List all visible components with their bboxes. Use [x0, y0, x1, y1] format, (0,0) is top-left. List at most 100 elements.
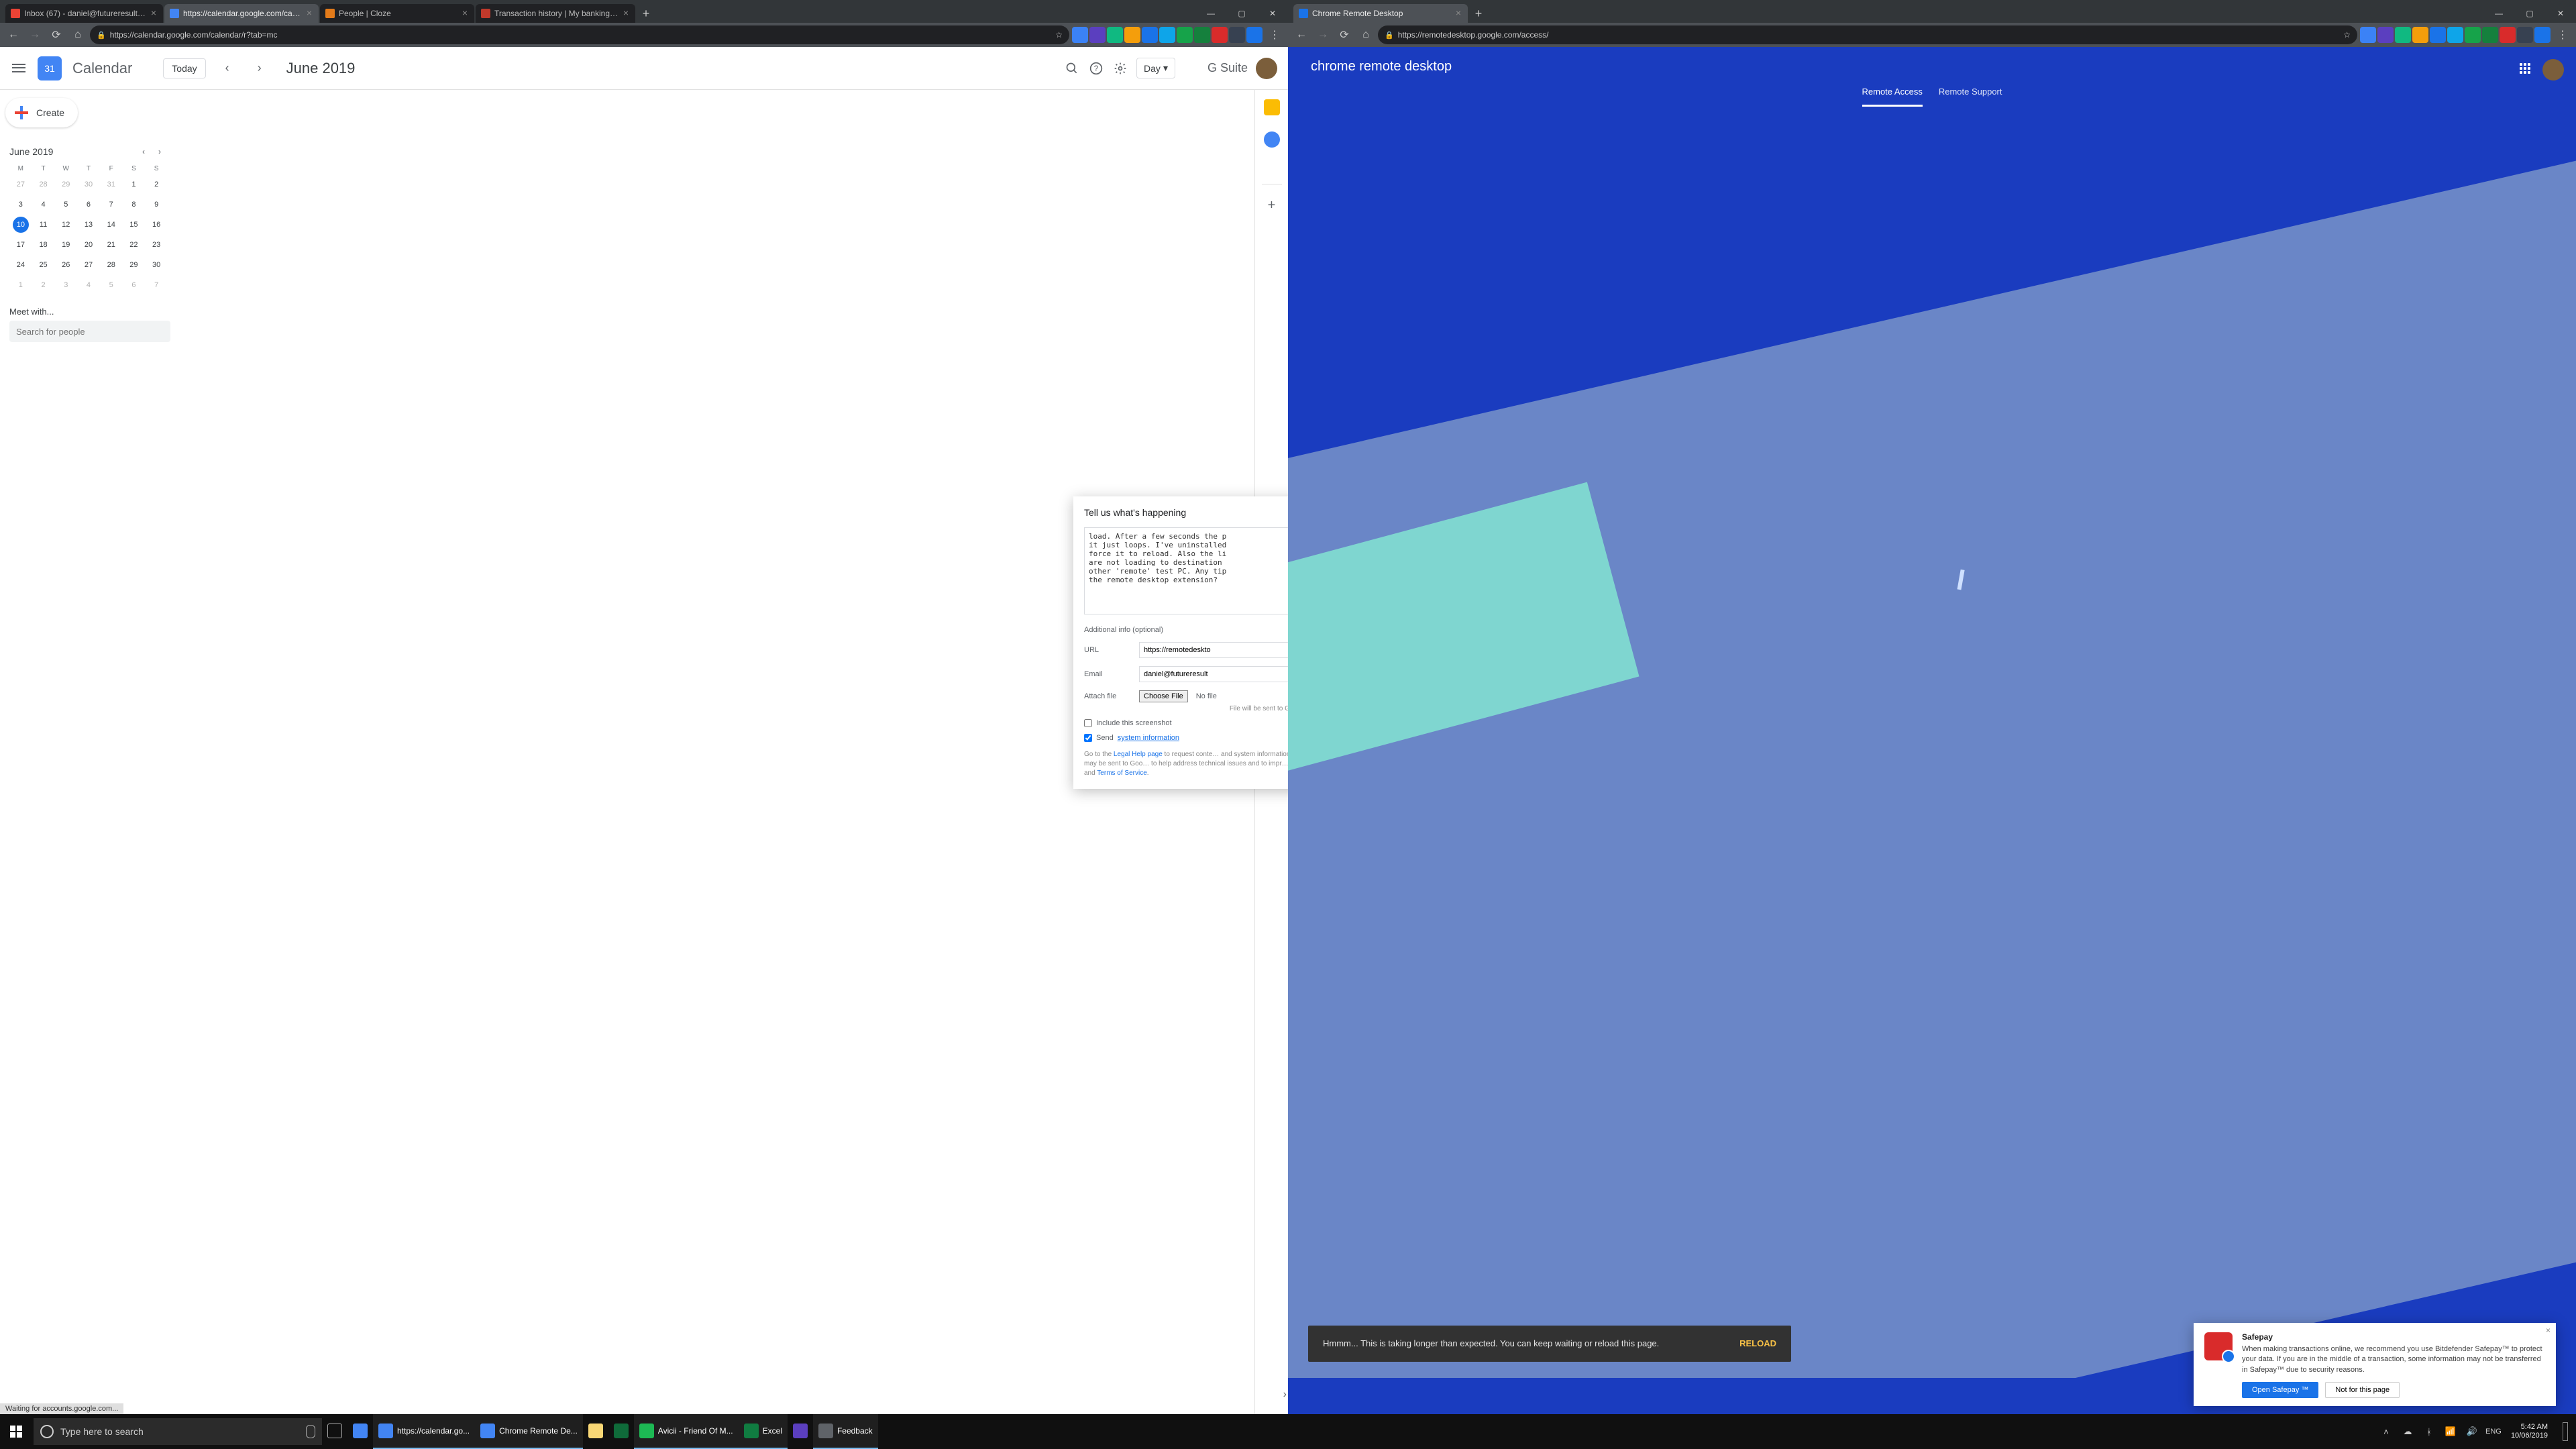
new-tab-button[interactable]: + — [637, 4, 655, 23]
chrome-menu-icon[interactable]: ⋮ — [1265, 25, 1284, 44]
extension-icon[interactable] — [2395, 27, 2411, 43]
mini-day[interactable]: 16 — [148, 217, 164, 233]
google-apps-icon[interactable] — [2520, 63, 2533, 76]
mic-icon[interactable] — [306, 1425, 315, 1438]
extension-icon[interactable] — [2482, 27, 2498, 43]
include-screenshot-input[interactable] — [1084, 719, 1092, 727]
chrome-menu-icon[interactable]: ⋮ — [2553, 25, 2572, 44]
send-sysinfo-input[interactable] — [1084, 734, 1092, 742]
mini-day[interactable]: 10 — [13, 217, 29, 233]
mini-day[interactable]: 6 — [80, 197, 97, 213]
view-selector[interactable]: Day ▾ — [1136, 58, 1175, 78]
tab-calendar[interactable]: https://calendar.google.com/ca… × — [164, 4, 319, 23]
mini-day[interactable]: 27 — [13, 176, 29, 193]
not-for-this-page-button[interactable]: Not for this page — [2325, 1382, 2400, 1398]
prev-period-icon[interactable]: ‹ — [217, 58, 238, 79]
mini-day[interactable]: 29 — [125, 257, 142, 273]
extension-icon[interactable] — [1159, 27, 1175, 43]
extension-icon[interactable] — [1194, 27, 1210, 43]
nav-reload-icon[interactable]: ⟳ — [1335, 25, 1354, 44]
mini-day[interactable]: 13 — [80, 217, 97, 233]
extension-icon[interactable] — [1212, 27, 1228, 43]
extension-icon[interactable] — [2517, 27, 2533, 43]
mini-day[interactable]: 30 — [80, 176, 97, 193]
mini-day[interactable]: 15 — [125, 217, 142, 233]
tab-inbox[interactable]: Inbox (67) - daniel@futureresult… × — [5, 4, 163, 23]
system-information-link[interactable]: system information — [1118, 734, 1179, 742]
tab-remote-access[interactable]: Remote Access — [1862, 87, 1923, 107]
tasks-icon[interactable] — [1264, 131, 1280, 148]
mini-day[interactable]: 9 — [148, 197, 164, 213]
nav-home-icon[interactable]: ⌂ — [1356, 25, 1375, 44]
star-icon[interactable]: ☆ — [2343, 30, 2351, 40]
mini-day[interactable]: 22 — [125, 237, 142, 253]
extension-icon[interactable] — [1107, 27, 1123, 43]
mini-day[interactable]: 31 — [103, 176, 119, 193]
mini-day[interactable]: 29 — [58, 176, 74, 193]
mini-day[interactable]: 7 — [148, 277, 164, 293]
tray-bluetooth-icon[interactable]: ᚼ — [2421, 1424, 2437, 1440]
keep-icon[interactable] — [1264, 99, 1280, 115]
mini-day[interactable]: 19 — [58, 237, 74, 253]
extension-icon[interactable] — [1246, 27, 1263, 43]
get-addons-icon[interactable]: + — [1262, 184, 1282, 213]
mini-day[interactable]: 8 — [125, 197, 142, 213]
close-window-button[interactable]: ✕ — [1257, 4, 1288, 23]
mini-day[interactable]: 1 — [125, 176, 142, 193]
extension-icon[interactable] — [1142, 27, 1158, 43]
nav-reload-icon[interactable]: ⟳ — [47, 25, 66, 44]
minimize-button[interactable]: — — [2483, 4, 2514, 23]
extension-icon[interactable] — [1089, 27, 1106, 43]
help-icon[interactable]: ? — [1088, 60, 1104, 76]
tab-close-icon[interactable]: × — [1454, 9, 1462, 17]
taskbar-app[interactable] — [608, 1414, 634, 1449]
feedback-email-input[interactable] — [1139, 666, 1297, 682]
mini-prev-icon[interactable]: ‹ — [136, 144, 152, 160]
account-avatar[interactable] — [2542, 59, 2564, 80]
extension-icon[interactable] — [1072, 27, 1088, 43]
tab-close-icon[interactable]: × — [305, 9, 313, 17]
mini-day[interactable]: 1 — [13, 277, 29, 293]
nav-back-icon[interactable]: ← — [1292, 25, 1311, 44]
tab-cloze[interactable]: People | Cloze × — [320, 4, 474, 23]
extension-icon[interactable] — [1177, 27, 1193, 43]
next-period-icon[interactable]: › — [249, 58, 270, 79]
mini-day[interactable]: 28 — [36, 176, 52, 193]
tray-volume-icon[interactable]: 🔊 — [2464, 1424, 2480, 1440]
tray-clock[interactable]: 5:42 AM 10/06/2019 — [2504, 1423, 2555, 1440]
mini-day[interactable]: 2 — [148, 176, 164, 193]
mini-day[interactable]: 4 — [80, 277, 97, 293]
mini-day[interactable]: 2 — [36, 277, 52, 293]
taskbar-app[interactable]: Excel — [739, 1414, 788, 1449]
account-avatar[interactable] — [1256, 58, 1277, 79]
mini-day[interactable]: 3 — [13, 197, 29, 213]
extension-icon[interactable] — [2447, 27, 2463, 43]
close-window-button[interactable]: ✕ — [2545, 4, 2576, 23]
mini-day[interactable]: 6 — [125, 277, 142, 293]
mini-day[interactable]: 26 — [58, 257, 74, 273]
extension-icon[interactable] — [2412, 27, 2428, 43]
taskbar-app[interactable] — [583, 1414, 608, 1449]
taskbar-app[interactable]: Feedback — [813, 1414, 878, 1449]
extension-icon[interactable] — [2430, 27, 2446, 43]
tray-network-icon[interactable]: 📶 — [2443, 1424, 2459, 1440]
create-button[interactable]: Create — [5, 98, 78, 127]
taskbar-app[interactable]: https://calendar.go... — [373, 1414, 475, 1449]
tab-banking[interactable]: Transaction history | My banking… × — [476, 4, 635, 23]
choose-file-button[interactable]: Choose File — [1139, 690, 1188, 702]
feedback-textarea[interactable]: load. After a few seconds the p it just … — [1084, 527, 1297, 614]
mini-day[interactable]: 17 — [13, 237, 29, 253]
star-icon[interactable]: ☆ — [1055, 30, 1063, 40]
mini-day[interactable]: 3 — [58, 277, 74, 293]
extension-icon[interactable] — [1229, 27, 1245, 43]
today-button[interactable]: Today — [163, 58, 205, 78]
action-center-icon[interactable] — [2557, 1424, 2573, 1440]
tray-onedrive-icon[interactable]: ☁ — [2400, 1424, 2416, 1440]
terms-of-service-link[interactable]: Terms of Service — [1097, 769, 1146, 777]
address-bar[interactable]: 🔒 https://calendar.google.com/calendar/r… — [90, 25, 1069, 44]
mini-day[interactable]: 5 — [58, 197, 74, 213]
include-screenshot-checkbox[interactable]: Include this screenshot — [1084, 719, 1297, 727]
extension-icon[interactable] — [2500, 27, 2516, 43]
extension-icon[interactable] — [1124, 27, 1140, 43]
extension-icon[interactable] — [2534, 27, 2551, 43]
